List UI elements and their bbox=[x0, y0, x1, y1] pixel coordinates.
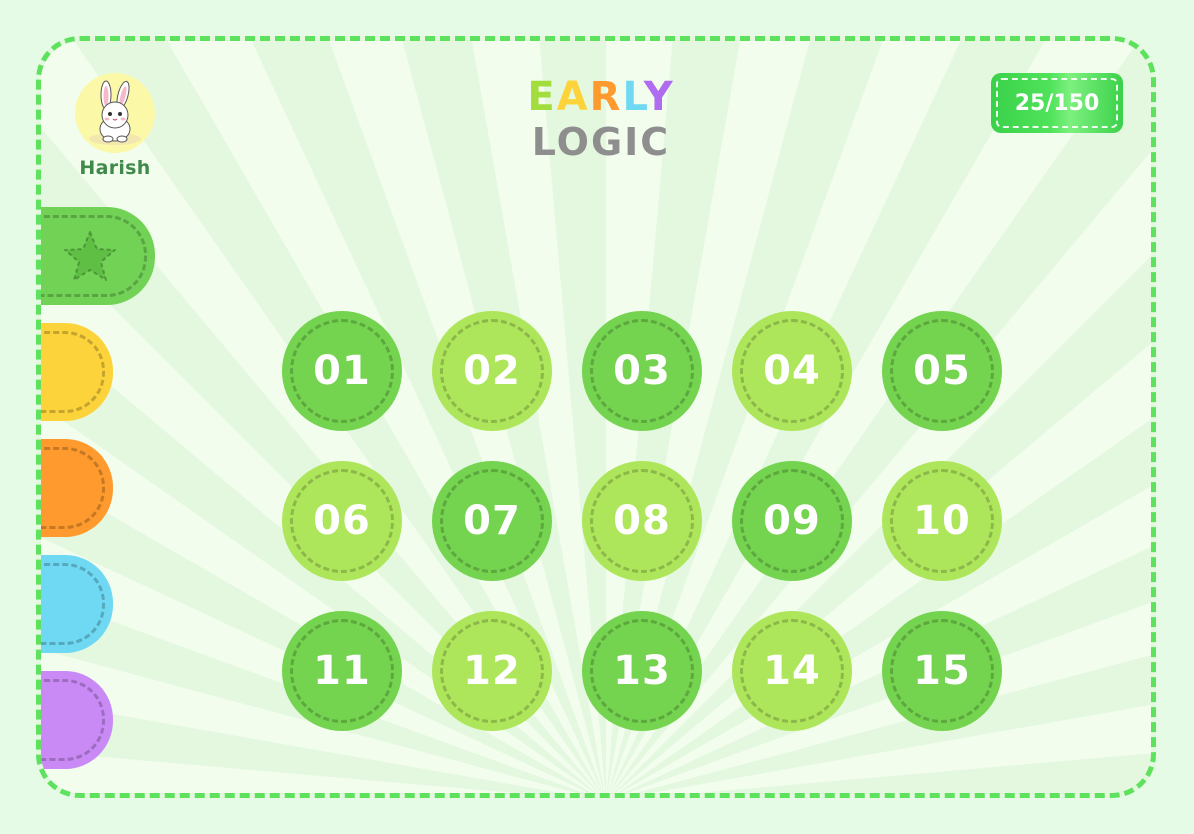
level-number: 01 bbox=[313, 348, 371, 394]
level-button-12[interactable]: 12 bbox=[432, 611, 552, 731]
game-title: EARLY LOGIC bbox=[491, 77, 711, 161]
title-early: EARLY bbox=[491, 77, 711, 117]
player-profile[interactable]: Harish bbox=[73, 73, 157, 179]
level-button-04[interactable]: 04 bbox=[732, 311, 852, 431]
level-button-ring: 11 bbox=[290, 619, 394, 723]
level-button-01[interactable]: 01 bbox=[282, 311, 402, 431]
level-number: 08 bbox=[613, 498, 671, 544]
level-button-ring: 04 bbox=[740, 319, 844, 423]
level-number: 10 bbox=[913, 498, 971, 544]
level-button-11[interactable]: 11 bbox=[282, 611, 402, 731]
player-name: Harish bbox=[79, 157, 151, 179]
level-button-ring: 07 bbox=[440, 469, 544, 573]
level-button-ring: 01 bbox=[290, 319, 394, 423]
level-button-10[interactable]: 10 bbox=[882, 461, 1002, 581]
progress-badge: 25/150 bbox=[991, 73, 1123, 133]
level-number: 09 bbox=[763, 498, 821, 544]
level-button-ring: 08 bbox=[590, 469, 694, 573]
level-number: 14 bbox=[763, 648, 821, 694]
level-button-ring: 02 bbox=[440, 319, 544, 423]
level-button-05[interactable]: 05 bbox=[882, 311, 1002, 431]
level-number: 13 bbox=[613, 648, 671, 694]
level-button-ring: 14 bbox=[740, 619, 844, 723]
level-number: 15 bbox=[913, 648, 971, 694]
bunny-icon[interactable] bbox=[75, 73, 155, 153]
level-number: 07 bbox=[463, 498, 521, 544]
level-button-ring: 10 bbox=[890, 469, 994, 573]
title-logic: LOGIC bbox=[531, 120, 671, 164]
title-letter: E bbox=[527, 74, 557, 120]
level-button-14[interactable]: 14 bbox=[732, 611, 852, 731]
title-letter: L bbox=[622, 74, 644, 120]
category-tab-blue-inner bbox=[41, 563, 105, 645]
category-tab-favorites-inner bbox=[41, 215, 147, 297]
level-number: 06 bbox=[313, 498, 371, 544]
category-tab-orange-inner bbox=[41, 447, 105, 529]
level-button-ring: 05 bbox=[890, 319, 994, 423]
level-number: 11 bbox=[313, 648, 371, 694]
level-button-02[interactable]: 02 bbox=[432, 311, 552, 431]
level-button-13[interactable]: 13 bbox=[582, 611, 702, 731]
level-number: 04 bbox=[763, 348, 821, 394]
level-button-09[interactable]: 09 bbox=[732, 461, 852, 581]
level-number: 12 bbox=[463, 648, 521, 694]
level-button-ring: 13 bbox=[590, 619, 694, 723]
level-button-07[interactable]: 07 bbox=[432, 461, 552, 581]
title-letter: A bbox=[556, 74, 590, 120]
level-number: 05 bbox=[913, 348, 971, 394]
progress-count: 25/150 bbox=[996, 78, 1118, 128]
category-tab-purple-inner bbox=[41, 679, 105, 761]
level-number: 03 bbox=[613, 348, 671, 394]
star-icon bbox=[63, 231, 116, 281]
category-tab-yellow-inner bbox=[41, 331, 105, 413]
level-button-03[interactable]: 03 bbox=[582, 311, 702, 431]
level-number: 02 bbox=[463, 348, 521, 394]
level-button-ring: 12 bbox=[440, 619, 544, 723]
level-button-ring: 15 bbox=[890, 619, 994, 723]
level-button-08[interactable]: 08 bbox=[582, 461, 702, 581]
level-button-ring: 03 bbox=[590, 319, 694, 423]
level-button-ring: 06 bbox=[290, 469, 394, 573]
title-letter: R bbox=[589, 74, 623, 120]
level-button-ring: 09 bbox=[740, 469, 844, 573]
level-button-06[interactable]: 06 bbox=[282, 461, 402, 581]
level-select-frame: Harish EARLY LOGIC 25/150 01 02 03 04 05 06 07… bbox=[36, 36, 1156, 798]
category-tab-favorites[interactable] bbox=[41, 207, 155, 305]
title-letter: Y bbox=[643, 74, 675, 120]
level-button-15[interactable]: 15 bbox=[882, 611, 1002, 731]
